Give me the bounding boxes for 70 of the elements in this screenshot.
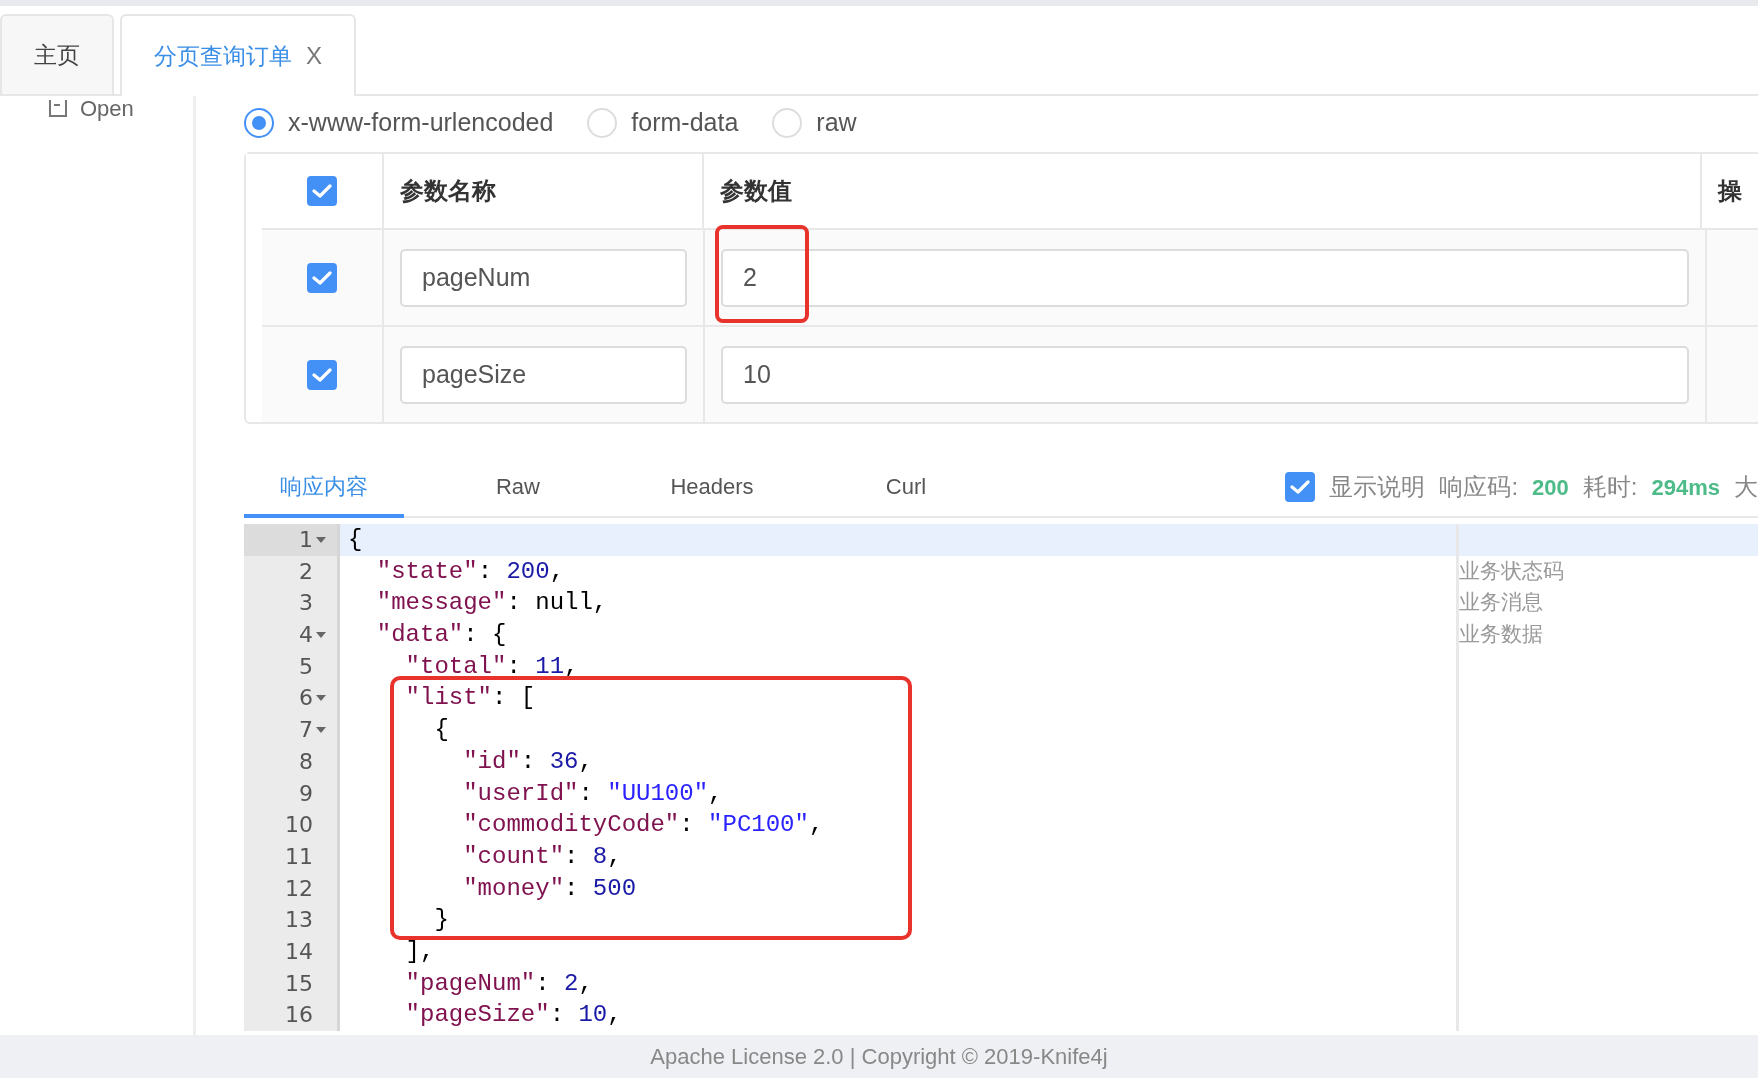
code-line: "pageSize": 10,: [404, 1000, 623, 1031]
line-number: 13: [285, 906, 313, 935]
param-name-field[interactable]: pageSize: [400, 345, 687, 404]
line-number: 12: [285, 874, 313, 903]
line-number: 14: [285, 937, 313, 966]
response-tab[interactable]: Raw: [438, 458, 598, 518]
code-line: ],: [404, 936, 436, 967]
page-tab[interactable]: 主页: [0, 14, 114, 94]
radio-label[interactable]: x-www-form-urlencoded: [288, 104, 554, 142]
line-number: 11: [285, 842, 313, 871]
page-tab[interactable]: 分页查询订单 X: [120, 14, 356, 96]
field-description: 业务状态码: [1459, 558, 1564, 583]
code-line: }: [433, 905, 450, 936]
line-number: 16: [285, 1001, 313, 1030]
response-tab[interactable]: Curl: [826, 458, 986, 518]
row-checkbox[interactable]: [307, 262, 337, 293]
line-number: 5: [299, 652, 313, 681]
column-header: 操: [1718, 176, 1742, 206]
line-number: 3: [299, 589, 313, 618]
checkmark-icon: [311, 183, 332, 199]
row-checkbox[interactable]: [307, 359, 337, 390]
line-number: 4: [299, 621, 313, 650]
line-number: 7: [299, 716, 313, 745]
checkbox-label[interactable]: 显示说明: [1329, 469, 1426, 505]
status-value: 200: [1532, 473, 1569, 502]
line-number: 8: [299, 747, 313, 776]
status-label: 大: [1734, 472, 1758, 502]
code-line: "state": 200,: [375, 556, 566, 587]
line-number: 6: [299, 684, 313, 713]
line-number: 9: [299, 779, 313, 808]
param-value-field[interactable]: 2: [721, 248, 1689, 307]
code-line: "id": 36,: [462, 746, 594, 777]
field-description: 业务数据: [1459, 622, 1543, 647]
column-header: 参数名称: [399, 176, 496, 206]
document-icon: [48, 99, 68, 117]
code-line: "money": 500: [462, 873, 638, 904]
line-number: 10: [285, 811, 313, 840]
fold-arrow-icon[interactable]: [315, 534, 327, 545]
radio-label[interactable]: raw: [816, 104, 857, 142]
radio-label[interactable]: form-data: [631, 104, 739, 142]
close-icon[interactable]: X: [306, 38, 322, 74]
status-label: 耗时:: [1582, 472, 1638, 502]
code-line: "list": [: [404, 683, 537, 714]
code-line: {: [347, 525, 364, 555]
fold-arrow-icon[interactable]: [315, 724, 327, 735]
show-description-checkbox[interactable]: [1285, 472, 1316, 502]
line-number: 1: [299, 526, 313, 554]
code-line: "data": {: [375, 620, 508, 651]
status-label: 响应码:: [1439, 472, 1519, 502]
code-line: "pageNum": 2,: [404, 968, 594, 999]
status-value: 294ms: [1651, 473, 1720, 502]
code-line: {: [433, 715, 450, 746]
checkmark-icon: [312, 269, 332, 286]
column-header: 参数值: [719, 176, 792, 206]
code-line: "message": null,: [375, 588, 609, 619]
code-line: "commodityCode": "PC100",: [462, 810, 825, 841]
field-description: 业务消息: [1459, 590, 1543, 615]
select-all-checkbox[interactable]: [306, 176, 337, 206]
param-value-field[interactable]: 10: [721, 345, 1689, 404]
code-line: "count": 8,: [462, 841, 623, 872]
code-line: "userId": "UU100",: [462, 778, 724, 809]
checkmark-icon: [1290, 479, 1311, 495]
response-tab[interactable]: Headers: [632, 458, 792, 518]
footer-text: Apache License 2.0 | Copyright © 2019-Knife4j: [650, 1043, 1108, 1071]
param-name-field[interactable]: pageNum: [400, 248, 687, 307]
line-number: 2: [299, 557, 313, 586]
line-number: 15: [285, 969, 313, 998]
fold-arrow-icon[interactable]: [315, 629, 327, 640]
radio-button[interactable]: [244, 108, 274, 138]
checkmark-icon: [312, 366, 332, 383]
